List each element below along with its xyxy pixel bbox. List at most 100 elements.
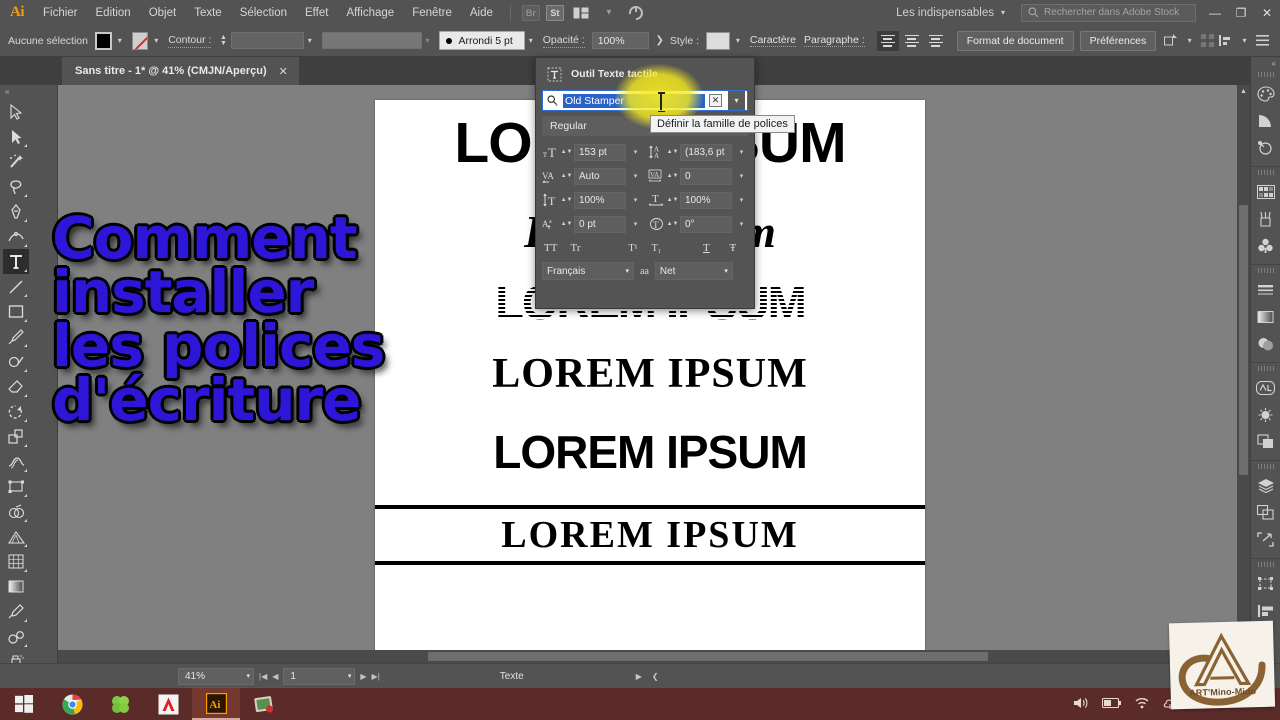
align-right-button[interactable] <box>925 31 947 51</box>
kerning-value[interactable]: Auto <box>574 167 626 185</box>
all-caps-button[interactable]: TT <box>544 242 570 254</box>
direct-selection-tool[interactable] <box>3 124 29 149</box>
transparency-panel-icon[interactable] <box>1253 330 1279 357</box>
brush-definition-field[interactable]: Arrondi 5 pt <box>439 31 525 50</box>
language-select[interactable]: Français ▾ <box>542 262 634 280</box>
close-icon[interactable]: ✕ <box>279 65 288 78</box>
artboard-text-line-4[interactable]: LOREM IPSUM <box>375 350 925 398</box>
stroke-panel-icon[interactable] <box>1253 276 1279 303</box>
fill-chevron-down-icon[interactable]: ▾ <box>114 32 126 50</box>
opacity-label[interactable]: Opacité : <box>542 34 585 48</box>
creative-cloud-libraries-icon[interactable] <box>1253 374 1279 401</box>
style-chevron-down-icon[interactable]: ▾ <box>732 32 744 50</box>
menu-aide[interactable]: Aide <box>461 0 502 25</box>
dock-grip[interactable] <box>1257 366 1274 371</box>
first-artboard-icon[interactable]: |◀ <box>259 672 267 681</box>
width-tool[interactable] <box>3 449 29 474</box>
menu-texte[interactable]: Texte <box>185 0 231 25</box>
paintbrush-tool[interactable] <box>3 324 29 349</box>
vertical-scale-chevron-down-icon[interactable]: ▾ <box>629 196 642 204</box>
selection-tool[interactable] <box>3 99 29 124</box>
dock-grip[interactable] <box>1257 268 1274 273</box>
opacity-flyout-icon[interactable]: ❯ <box>649 35 669 46</box>
google-chrome-icon[interactable] <box>48 688 96 720</box>
photo-app-icon[interactable] <box>240 688 288 720</box>
font-size-stepper[interactable]: ▲▼ <box>561 149 573 155</box>
dock-grip[interactable] <box>1257 562 1274 567</box>
dock-grip[interactable] <box>1257 170 1274 175</box>
stroke-weight-chevron-down-icon[interactable]: ▾ <box>304 32 316 50</box>
align-left-button[interactable] <box>876 30 899 51</box>
transform-panel-icon[interactable] <box>1253 570 1279 597</box>
document-setup-button[interactable]: Format de document <box>956 30 1074 51</box>
battery-icon[interactable] <box>1102 697 1122 712</box>
vertical-scale-field-row[interactable]: T ▲▼ 100% ▾ <box>542 190 642 210</box>
vertical-scroll-thumb[interactable] <box>1239 205 1248 475</box>
canvas-vertical-scrollbar[interactable]: ▲ <box>1237 85 1250 650</box>
adobe-illustrator-icon[interactable]: Ai <box>192 688 240 720</box>
swatches-panel-icon[interactable] <box>1253 178 1279 205</box>
leading-field-row[interactable]: AA ▲▼ (183,6 pt ▾ <box>648 142 748 162</box>
graphic-style-swatch[interactable] <box>706 31 730 50</box>
distribute-chevron-down-icon[interactable]: ▾ <box>1235 31 1253 51</box>
brushes-panel-icon[interactable] <box>1253 205 1279 232</box>
appearance-panel-icon[interactable] <box>1253 401 1279 428</box>
eraser-tool[interactable] <box>3 374 29 399</box>
scroll-up-icon[interactable]: ▲ <box>1237 85 1250 98</box>
character-panel-link[interactable]: Caractère <box>749 34 796 47</box>
leading-stepper[interactable]: ▲▼ <box>667 149 679 155</box>
leading-value[interactable]: (183,6 pt <box>680 143 732 161</box>
free-transform-tool[interactable] <box>3 474 29 499</box>
shape-builder-tool[interactable] <box>3 499 29 524</box>
leading-chevron-down-icon[interactable]: ▾ <box>735 148 748 156</box>
font-size-value[interactable]: 153 pt <box>574 143 626 161</box>
bridge-icon[interactable]: Br <box>521 4 540 21</box>
last-artboard-icon[interactable]: ▶| <box>372 672 380 681</box>
character-rotation-field-row[interactable]: T ▲▼ 0° ▾ <box>648 214 748 234</box>
gradient-tool[interactable] <box>3 574 29 599</box>
line-segment-tool[interactable] <box>3 274 29 299</box>
character-rotation-value[interactable]: 0° <box>680 215 732 233</box>
color-panel-icon[interactable] <box>1253 80 1279 107</box>
stroke-chevron-down-icon[interactable]: ▾ <box>150 32 162 50</box>
vertical-scale-stepper[interactable]: ▲▼ <box>561 197 573 203</box>
graphic-styles-icon[interactable] <box>1253 428 1279 455</box>
baseline-shift-field-row[interactable]: Aa ▲▼ 0 pt ▾ <box>542 214 642 234</box>
stroke-weight-field[interactable] <box>231 32 304 49</box>
horizontal-scroll-thumb[interactable] <box>428 652 988 661</box>
gradient-panel-icon[interactable] <box>1253 303 1279 330</box>
menu-fichier[interactable]: Fichier <box>34 0 87 25</box>
artboards-panel-icon[interactable] <box>1253 499 1279 526</box>
magic-wand-tool[interactable] <box>3 149 29 174</box>
status-resize-icon[interactable]: ❮ <box>652 672 659 681</box>
stroke-profile-chevron-down-icon[interactable]: ▾ <box>422 32 434 50</box>
curvature-tool[interactable] <box>3 224 29 249</box>
select-similar-icon[interactable] <box>1162 31 1180 51</box>
tracking-stepper[interactable]: ▲▼ <box>667 173 679 179</box>
dock-grip[interactable] <box>1257 464 1274 469</box>
kerning-stepper[interactable]: ▲▼ <box>561 173 573 179</box>
align-objects-icon[interactable] <box>1199 31 1217 51</box>
perspective-grid-tool[interactable] <box>3 524 29 549</box>
dock-collapse-icon[interactable]: « <box>1251 57 1280 69</box>
anti-aliasing-select[interactable]: Net ▾ <box>654 262 733 280</box>
prev-artboard-icon[interactable]: ◀ <box>272 672 278 681</box>
next-artboard-icon[interactable]: ▶ <box>360 672 366 681</box>
zoom-level-field[interactable]: 41% ▾ <box>178 667 254 685</box>
brush-chevron-down-icon[interactable]: ▾ <box>525 32 537 50</box>
subscript-button[interactable]: T₁ <box>652 243 703 254</box>
superscript-button[interactable]: T¹ <box>628 243 651 254</box>
artboard-number-field[interactable]: 1 ▾ <box>283 667 356 685</box>
blend-tool[interactable] <box>3 624 29 649</box>
font-family-search-field[interactable]: Old Stamper ✕ ▾ <box>542 90 748 111</box>
tracking-chevron-down-icon[interactable]: ▾ <box>735 172 748 180</box>
tracking-field-row[interactable]: VA ▲▼ 0 ▾ <box>648 166 748 186</box>
rectangle-tool[interactable] <box>3 299 29 324</box>
adobe-stock-search[interactable]: Rechercher dans Adobe Stock <box>1021 3 1196 22</box>
menu-selection[interactable]: Sélection <box>231 0 296 25</box>
font-family-chevron-down-icon[interactable]: ▾ <box>728 91 745 110</box>
close-button[interactable]: ✕ <box>1254 0 1280 25</box>
workspace-switcher[interactable]: Les indispensables ▾ <box>886 7 1015 19</box>
menu-fenetre[interactable]: Fenêtre <box>403 0 461 25</box>
4k-video-downloader-icon[interactable] <box>96 688 144 720</box>
